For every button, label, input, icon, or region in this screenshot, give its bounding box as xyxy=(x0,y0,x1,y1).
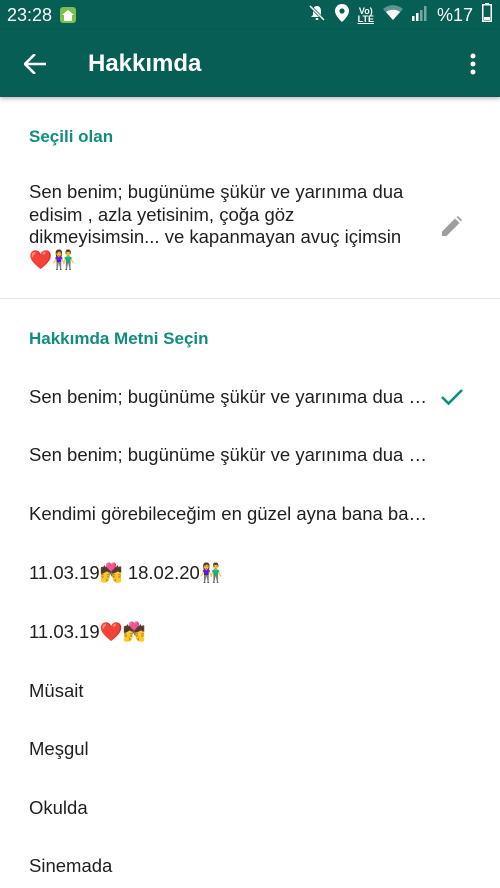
about-option[interactable]: Sen benim; bugünüme şükür ve yarınıma du… xyxy=(29,377,429,417)
about-option[interactable]: Müsait xyxy=(29,671,429,711)
battery-text: %17 xyxy=(436,4,473,25)
clock: 23:28 xyxy=(7,4,53,25)
about-option[interactable]: 11.03.19❤️💏 xyxy=(29,612,429,652)
app-bar: Hakkımda xyxy=(0,30,500,97)
location-icon xyxy=(334,3,349,27)
volte-icon: Vo) LTE xyxy=(357,7,374,24)
current-about-header: Seçili olan xyxy=(29,127,114,146)
mute-icon xyxy=(308,4,326,27)
edit-about-button[interactable] xyxy=(438,212,466,240)
home-app-icon xyxy=(60,7,77,23)
select-about-header: Hakkımda Metni Seçin xyxy=(29,329,209,348)
current-about-text[interactable]: Sen benim; bugünüme şükür ve yarınıma du… xyxy=(29,181,429,271)
volte-bottom-label: LTE xyxy=(357,14,374,24)
checkmark-icon xyxy=(441,389,463,406)
about-option[interactable]: Sinemada xyxy=(29,846,429,886)
more-vert-icon xyxy=(470,53,476,75)
back-arrow-icon xyxy=(24,54,46,74)
about-option[interactable]: Kendimi görebileceğim en güzel ayna bana… xyxy=(29,494,429,534)
signal-icon xyxy=(411,5,428,26)
selected-check xyxy=(438,383,466,411)
about-option[interactable]: Sen benim; bugünüme şükür ve yarınıma du… xyxy=(29,435,429,475)
status-bar: 23:28 Vo) LTE %17 xyxy=(0,0,500,30)
back-button[interactable] xyxy=(18,47,52,81)
pencil-icon xyxy=(442,216,462,236)
wifi-icon xyxy=(382,4,403,26)
page-title: Hakkımda xyxy=(88,50,202,77)
about-option[interactable]: 11.03.19💏 18.02.20👫 xyxy=(29,553,429,593)
section-divider xyxy=(0,298,500,299)
more-options-button[interactable] xyxy=(460,47,486,81)
about-option[interactable]: Okulda xyxy=(29,788,429,828)
battery-icon xyxy=(482,3,492,27)
about-option[interactable]: Meşgul xyxy=(29,729,429,769)
